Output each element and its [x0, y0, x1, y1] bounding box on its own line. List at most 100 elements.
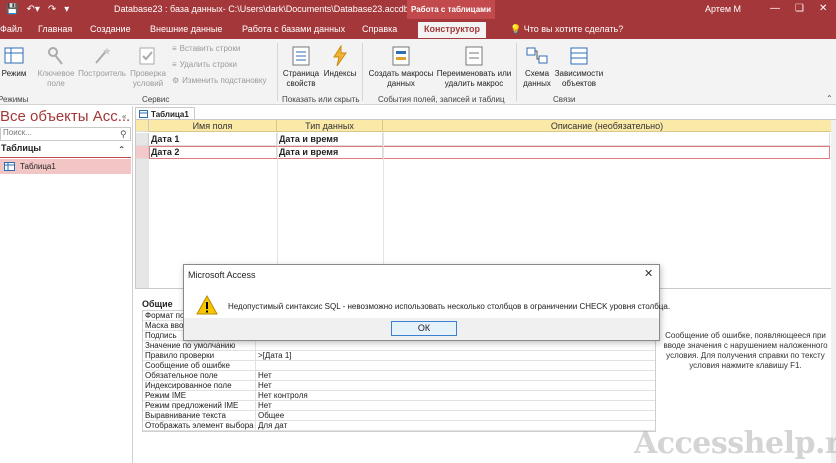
window-title: Database23 : база данных- C:\Users\dark\… — [114, 4, 439, 14]
property-value[interactable]: Нет — [256, 371, 655, 380]
property-value[interactable] — [256, 361, 655, 370]
search-icon[interactable]: ⚲ — [120, 129, 127, 140]
vertical-scrollbar[interactable] — [831, 120, 836, 463]
property-row[interactable]: Индексированное поле Нет — [143, 381, 655, 391]
user-name[interactable]: Артем М — [705, 4, 741, 14]
modify-lookups-label: Изменить подстановку — [182, 76, 267, 85]
close-icon[interactable]: ✕ — [819, 3, 827, 14]
column-header-data-type: Тип данных — [277, 120, 383, 132]
property-row[interactable]: Отображать элемент выбора д Для дат — [143, 421, 655, 431]
relationships-button[interactable]: Схема данных — [520, 45, 554, 89]
document-tab-label: Таблица1 — [151, 109, 189, 119]
tab-general[interactable]: Общие — [142, 299, 173, 309]
delete-rows-button[interactable]: ≡ Удалить строки — [172, 60, 237, 69]
ribbon-tabs: Файл Главная Создание Внешние данные Раб… — [0, 19, 836, 39]
minimize-icon[interactable]: — — [770, 3, 780, 14]
property-label: Правило проверки — [143, 351, 256, 360]
column-header-field-name: Имя поля — [149, 120, 277, 132]
tab-design[interactable]: Конструктор — [418, 22, 487, 38]
rename-delete-macro-label: Переименовать или удалить макрос — [436, 69, 512, 88]
property-row[interactable]: Режим IME Нет контроля — [143, 391, 655, 401]
property-value[interactable]: Общее — [256, 411, 655, 420]
primary-key-button[interactable]: Ключевое поле — [36, 45, 76, 89]
row-selector-current[interactable] — [136, 146, 149, 159]
current-row-highlight — [149, 146, 830, 159]
property-label: Выравнивание текста — [143, 411, 256, 420]
navigation-pane: Все объекты Acc... « Поиск... ⚲ Таблицы … — [0, 106, 133, 463]
property-label: Обязательное поле — [143, 371, 256, 380]
object-dependencies-button[interactable]: Зависимости объектов — [554, 45, 604, 89]
tell-me-label: Что вы хотите сделать? — [523, 24, 624, 34]
group-separator-2 — [362, 43, 363, 101]
customize-toolbar-icon[interactable]: ▾ — [64, 4, 69, 15]
row-selector[interactable] — [136, 133, 149, 146]
builder-button[interactable]: Построитель — [78, 45, 126, 79]
quick-access-toolbar: 💾 ↶▾ ↷ ▾ — [0, 4, 69, 15]
row-selector-column — [136, 159, 149, 288]
view-label: Режим — [1, 69, 27, 78]
grid-corner — [136, 120, 149, 132]
insert-rows-label: Вставить строки — [179, 44, 241, 53]
restore-icon[interactable]: ❏ — [795, 3, 804, 14]
collapse-ribbon-icon[interactable]: ⌃ — [826, 94, 833, 103]
save-icon[interactable]: 💾 — [6, 4, 18, 15]
rename-delete-macro-button[interactable]: Переименовать или удалить макрос — [436, 45, 512, 89]
property-row[interactable]: Режим предложений IME Нет — [143, 401, 655, 411]
builder-label: Построитель — [78, 69, 126, 78]
data-type-cell[interactable]: Дата и время — [277, 133, 383, 146]
table-icon — [139, 110, 148, 118]
dependencies-icon — [570, 47, 588, 65]
view-icon — [4, 47, 24, 64]
collapse-nav-icon[interactable]: « — [122, 112, 126, 121]
create-data-macros-button[interactable]: Создать макросы данных — [366, 45, 436, 89]
group-label-views: Режимы — [0, 95, 29, 104]
property-sheet-icon — [292, 46, 310, 66]
nav-pane-title[interactable]: Все объекты Acc... — [0, 108, 130, 125]
close-icon[interactable]: ✕ — [644, 267, 653, 280]
test-rules-button[interactable]: Проверка условий — [128, 45, 168, 89]
modify-lookups-button[interactable]: ⚙ Изменить подстановку — [172, 76, 266, 85]
undo-icon[interactable]: ↶▾ — [26, 4, 39, 15]
property-label: Режим IME — [143, 391, 256, 400]
indexes-button[interactable]: Индексы — [322, 45, 358, 79]
property-row[interactable]: Обязательное поле Нет — [143, 371, 655, 381]
nav-search-input[interactable]: Поиск... — [0, 127, 131, 141]
tab-home[interactable]: Главная — [38, 24, 72, 34]
tell-me-search[interactable]: 💡 Что вы хотите сделать? — [510, 24, 623, 35]
field-name-cell[interactable]: Дата 1 — [149, 133, 277, 146]
property-value[interactable]: Нет — [256, 381, 655, 390]
property-value[interactable]: Нет — [256, 401, 655, 410]
property-value[interactable]: Для дат — [256, 421, 655, 430]
warning-icon — [196, 295, 218, 315]
modify-lookups-icon: ⚙ — [172, 76, 180, 85]
view-button[interactable]: Режим — [0, 45, 28, 79]
validation-rule-value[interactable]: >[Дата 1] — [256, 351, 655, 360]
tab-database-tools[interactable]: Работа с базами данных — [242, 24, 345, 34]
tab-external-data[interactable]: Внешние данные — [150, 24, 222, 34]
ok-button[interactable]: ОК — [391, 321, 457, 336]
tab-help[interactable]: Справка — [362, 24, 397, 34]
test-rules-icon — [139, 47, 155, 65]
description-cell[interactable] — [383, 133, 830, 146]
table-icon — [4, 162, 15, 171]
property-value[interactable] — [256, 341, 655, 350]
group-label-tools: Сервис — [142, 95, 170, 104]
nav-item-label: Таблица1 — [20, 162, 56, 171]
property-value[interactable]: Нет контроля — [256, 391, 655, 400]
collapse-group-icon[interactable]: ⌃ — [118, 145, 125, 154]
redo-icon[interactable]: ↷ — [48, 4, 56, 15]
tab-file[interactable]: Файл — [0, 24, 22, 34]
property-help-text: Сообщение об ошибке, появляющееся при вв… — [663, 331, 828, 370]
rename-macro-icon — [465, 46, 483, 66]
tab-create[interactable]: Создание — [90, 24, 131, 34]
insert-rows-button[interactable]: ≡ Вставить строки — [172, 44, 240, 53]
property-row[interactable]: Значение по умолчанию — [143, 341, 655, 351]
nav-item-table1[interactable]: Таблица1 — [0, 159, 131, 174]
property-sheet-button[interactable]: Страница свойств — [281, 45, 321, 89]
nav-group-label: Таблицы — [1, 143, 42, 153]
wand-icon — [95, 47, 111, 64]
property-row[interactable]: Выравнивание текста Общее — [143, 411, 655, 421]
nav-group-tables[interactable]: Таблицы ⌃ — [0, 143, 131, 158]
property-row[interactable]: Сообщение об ошибке — [143, 361, 655, 371]
property-row[interactable]: Правило проверки >[Дата 1] — [143, 351, 655, 361]
